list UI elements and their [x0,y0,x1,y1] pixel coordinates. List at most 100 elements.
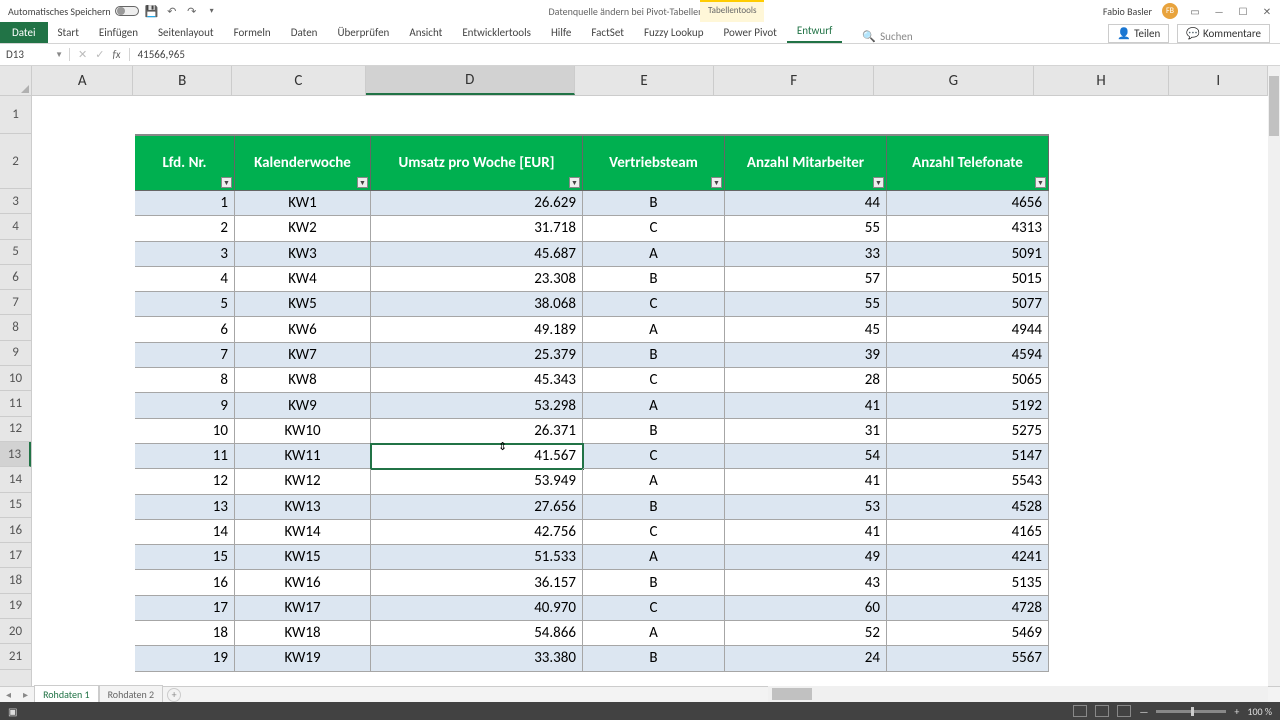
table-cell[interactable]: 12 [135,469,235,494]
table-cell[interactable]: B [583,191,725,216]
col-header-D[interactable]: D [366,66,575,95]
table-cell[interactable]: KW5 [235,292,371,317]
close-icon[interactable]: ✕ [1260,4,1274,18]
redo-icon[interactable]: ↷ [185,4,199,18]
table-cell[interactable]: 4728 [887,596,1049,621]
table-cell[interactable]: 18 [135,621,235,646]
table-cell[interactable]: 41 [725,520,887,545]
table-cell[interactable]: 49.189 [371,317,583,342]
enter-icon[interactable]: ✓ [95,48,104,61]
table-cell[interactable]: 45.687 [371,242,583,267]
table-cell[interactable]: 5065 [887,368,1049,393]
filter-dropdown-icon[interactable]: ▼ [221,177,232,188]
table-header[interactable]: Anzahl Mitarbeiter▼ [725,136,887,191]
table-cell[interactable]: 13 [135,495,235,520]
table-cell[interactable]: C [583,596,725,621]
chevron-down-icon[interactable]: ▼ [55,50,63,60]
filter-dropdown-icon[interactable]: ▼ [1035,177,1046,188]
data-table[interactable]: Lfd. Nr.▼Kalenderwoche▼Umsatz pro Woche … [135,134,1049,672]
sheet-tab[interactable]: Rohdaten 1 [34,685,99,703]
table-cell[interactable]: KW17 [235,596,371,621]
table-cell[interactable]: KW13 [235,495,371,520]
col-header-H[interactable]: H [1034,66,1170,95]
tab-power pivot[interactable]: Power Pivot [713,22,786,43]
table-cell[interactable]: KW3 [235,242,371,267]
table-cell[interactable]: A [583,317,725,342]
row-header-19[interactable]: 19 [0,594,31,619]
row-header-12[interactable]: 12 [0,417,31,442]
undo-icon[interactable]: ↶ [165,4,179,18]
row-header-17[interactable]: 17 [0,543,31,568]
col-header-F[interactable]: F [714,66,874,95]
filter-dropdown-icon[interactable]: ▼ [711,177,722,188]
table-header[interactable]: Vertriebsteam▼ [583,136,725,191]
toggle-switch-icon[interactable] [115,6,139,16]
table-cell[interactable]: 27.656 [371,495,583,520]
row-header-8[interactable]: 8 [0,315,31,340]
row-headers[interactable]: 123456789101112131415161718192021 [0,96,32,686]
page-layout-view-icon[interactable] [1095,705,1109,717]
table-cell[interactable]: 16 [135,570,235,595]
contextual-tab[interactable]: Tabellentools [700,0,764,22]
table-cell[interactable]: B [583,646,725,671]
table-cell[interactable]: 33.380 [371,646,583,671]
table-cell[interactable]: 4313 [887,216,1049,241]
table-cell[interactable]: 43 [725,570,887,595]
zoom-out-icon[interactable]: — [1139,705,1148,718]
table-cell[interactable]: KW2 [235,216,371,241]
record-macro-icon[interactable]: ▣ [0,705,17,718]
tab-daten[interactable]: Daten [281,22,328,43]
search-box[interactable]: 🔍Suchen [842,30,912,43]
table-cell[interactable]: 51.533 [371,545,583,570]
table-cell[interactable]: 41 [725,393,887,418]
table-cell[interactable]: 4241 [887,545,1049,570]
table-cell[interactable]: 4528 [887,495,1049,520]
tab-entwurf[interactable]: Entwurf [787,20,843,43]
table-cell[interactable]: 5135 [887,570,1049,595]
table-cell[interactable]: 38.068 [371,292,583,317]
tab-seitenlayout[interactable]: Seitenlayout [148,22,224,43]
table-cell[interactable]: 45.343 [371,368,583,393]
table-cell[interactable]: 10 [135,419,235,444]
table-cell[interactable]: 55 [725,216,887,241]
table-cell[interactable]: 7 [135,343,235,368]
avatar[interactable]: FB [1162,3,1178,19]
table-cell[interactable]: 31.718 [371,216,583,241]
col-header-G[interactable]: G [874,66,1034,95]
minimize-icon[interactable]: — [1212,4,1226,18]
table-cell[interactable]: 1 [135,191,235,216]
table-header[interactable]: Kalenderwoche▼ [235,136,371,191]
tab-formeln[interactable]: Formeln [224,22,281,43]
table-cell[interactable]: C [583,368,725,393]
col-header-A[interactable]: A [32,66,133,95]
normal-view-icon[interactable] [1073,705,1087,717]
table-cell[interactable]: A [583,545,725,570]
table-cell[interactable]: 26.371 [371,419,583,444]
table-cell[interactable]: B [583,343,725,368]
formula-input[interactable]: 41566,965 [130,48,193,61]
table-cell[interactable]: 19 [135,646,235,671]
sheet-nav-next-icon[interactable]: ▸ [17,688,34,701]
column-headers[interactable]: ABCDEFGHI [32,66,1268,96]
row-header-14[interactable]: 14 [0,467,31,492]
filter-dropdown-icon[interactable]: ▼ [873,177,884,188]
table-cell[interactable]: A [583,621,725,646]
filter-dropdown-icon[interactable]: ▼ [357,177,368,188]
row-header-21[interactable]: 21 [0,644,31,669]
comments-button[interactable]: 💬Kommentare [1177,24,1270,43]
row-header-3[interactable]: 3 [0,189,31,214]
table-cell[interactable]: KW14 [235,520,371,545]
table-header[interactable]: Anzahl Telefonate▼ [887,136,1049,191]
ribbon-display-icon[interactable]: ▭ [1188,4,1202,18]
table-header[interactable]: Umsatz pro Woche [EUR]▼ [371,136,583,191]
table-cell[interactable]: KW4 [235,267,371,292]
page-break-view-icon[interactable] [1117,705,1131,717]
row-header-9[interactable]: 9 [0,341,31,366]
table-cell[interactable]: 49 [725,545,887,570]
table-cell[interactable]: 45 [725,317,887,342]
row-header-4[interactable]: 4 [0,214,31,239]
row-header-20[interactable]: 20 [0,619,31,644]
row-header-5[interactable]: 5 [0,240,31,265]
share-button[interactable]: 👤Teilen [1108,24,1169,43]
table-cell[interactable]: C [583,520,725,545]
